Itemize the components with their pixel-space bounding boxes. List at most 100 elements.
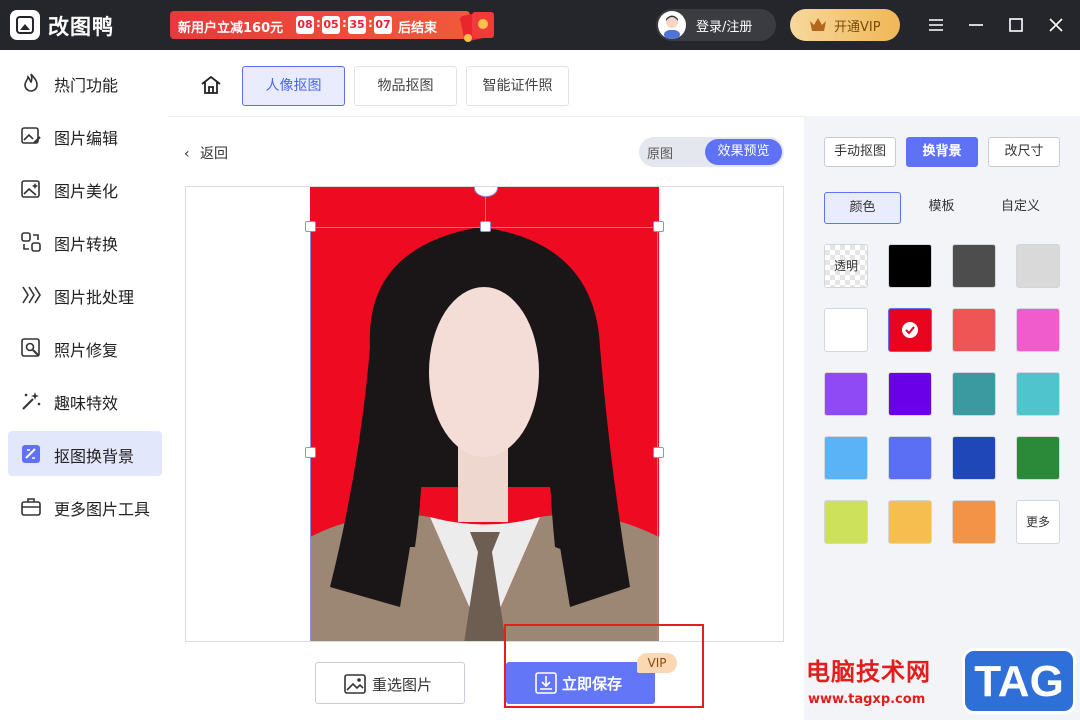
sidebar-item-effects[interactable]: 趣味特效 — [8, 378, 162, 423]
sidebar-item-batch[interactable]: 图片批处理 — [8, 272, 162, 317]
red-envelope-icon — [460, 12, 494, 42]
watermark-title: 电脑技术网 — [806, 658, 931, 686]
reselect-label: 重选图片 — [372, 676, 433, 694]
toolbox-icon — [21, 498, 41, 516]
sidebar-item-label: 趣味特效 — [54, 394, 119, 413]
preview-toggle[interactable]: 原图 效果预览 — [639, 137, 784, 167]
image-icon — [344, 674, 366, 694]
sidebar-item-edit[interactable]: 图片编辑 — [8, 113, 162, 158]
sidebar-item-label: 图片批处理 — [54, 288, 135, 307]
home-icon[interactable] — [200, 74, 222, 96]
watermark-url: www.tagxp.com — [808, 692, 926, 707]
sidebar-item-beautify[interactable]: 图片美化 — [8, 166, 162, 211]
color-swatch[interactable] — [1016, 436, 1060, 480]
color-swatch[interactable] — [888, 372, 932, 416]
color-swatch[interactable] — [824, 308, 868, 352]
swatch-more[interactable]: 更多 — [1016, 500, 1060, 544]
tab-id-photo[interactable]: 智能证件照 — [466, 66, 569, 106]
resize-handle[interactable] — [480, 221, 491, 232]
convert-icon — [21, 232, 41, 252]
sidebar-item-hot[interactable]: 热门功能 — [8, 60, 162, 105]
sidebar-item-label: 抠图换背景 — [54, 447, 135, 466]
image-beautify-icon — [21, 180, 40, 198]
vip-label: 开通VIP — [834, 20, 881, 35]
check-icon — [902, 322, 918, 338]
promo-banner[interactable]: 新用户立减160元 08 : 05 : 35 : 07 后结束 — [170, 11, 470, 39]
crown-icon — [810, 18, 826, 31]
avatar — [658, 11, 686, 39]
timer-minutes: 05 — [322, 16, 340, 34]
sidebar-item-label: 热门功能 — [54, 76, 119, 95]
watermark-tag-text: TAG — [974, 657, 1064, 706]
color-swatch[interactable] — [1016, 372, 1060, 416]
login-button[interactable]: 登录/注册 — [656, 9, 776, 41]
resize-handle[interactable] — [653, 221, 664, 232]
cutout-icon — [22, 445, 40, 463]
subtab-color[interactable]: 颜色 — [824, 192, 901, 224]
toggle-original[interactable]: 原图 — [647, 143, 673, 162]
fire-icon — [24, 73, 38, 92]
sidebar-item-label: 更多图片工具 — [54, 500, 151, 519]
timer-seconds: 35 — [348, 16, 366, 34]
menu-icon[interactable] — [924, 13, 948, 37]
swatch-label: 更多 — [1025, 515, 1050, 529]
resize-handle[interactable] — [653, 447, 664, 458]
sidebar-item-convert[interactable]: 图片转换 — [8, 219, 162, 264]
tab-portrait-cutout[interactable]: 人像抠图 — [242, 66, 345, 106]
color-swatch[interactable] — [888, 500, 932, 544]
promo-end-text: 后结束 — [398, 21, 438, 36]
highlight-box — [504, 624, 704, 708]
color-swatch[interactable] — [952, 436, 996, 480]
batch-icon — [22, 286, 41, 304]
chevron-left-icon: ‹ — [184, 146, 190, 162]
tab-object-cutout[interactable]: 物品抠图 — [354, 66, 457, 106]
back-label: 返回 — [200, 146, 228, 162]
vip-button[interactable]: 开通VIP — [790, 9, 900, 41]
sidebar-item-label: 图片编辑 — [54, 129, 119, 148]
color-swatch[interactable] — [1016, 244, 1060, 288]
back-button[interactable]: ‹ 返回 — [184, 143, 228, 163]
color-swatch[interactable] — [824, 500, 868, 544]
color-swatch[interactable] — [952, 500, 996, 544]
color-swatch[interactable] — [952, 308, 996, 352]
resize-button[interactable]: 改尺寸 — [988, 137, 1060, 167]
title-bar: 改图鸭 新用户立减160元 08 : 05 : 35 : 07 后结束 登录/注… — [0, 0, 1080, 50]
color-swatch[interactable] — [888, 436, 932, 480]
color-swatch[interactable] — [952, 244, 996, 288]
watermark-tag: TAG — [962, 648, 1076, 714]
close-icon[interactable] — [1044, 13, 1068, 37]
sidebar-item-more[interactable]: 更多图片工具 — [8, 484, 162, 529]
sidebar-item-cutout[interactable]: 抠图换背景 — [8, 431, 162, 476]
manual-cutout-button[interactable]: 手动抠图 — [824, 137, 896, 167]
color-swatch[interactable] — [824, 436, 868, 480]
subtab-custom[interactable]: 自定义 — [982, 192, 1059, 224]
image-edit-icon — [21, 127, 41, 144]
selection-frame — [310, 227, 658, 641]
image-canvas[interactable] — [185, 186, 784, 642]
change-background-button[interactable]: 换背景 — [906, 137, 978, 167]
repair-icon — [21, 338, 40, 357]
subtab-template[interactable]: 模板 — [903, 192, 980, 224]
color-swatch[interactable] — [1016, 308, 1060, 352]
sidebar-item-label: 照片修复 — [54, 341, 119, 360]
sidebar-item-label: 图片转换 — [54, 235, 119, 254]
sidebar-item-repair[interactable]: 照片修复 — [8, 325, 162, 370]
sidebar: 热门功能 图片编辑 图片美化 图片转换 图片批处理 照片修复 趣味特效 抠图换背… — [0, 50, 168, 720]
color-swatch[interactable] — [888, 308, 932, 352]
color-swatch[interactable] — [824, 372, 868, 416]
timer-centis: 07 — [374, 16, 392, 34]
toggle-preview[interactable]: 效果预览 — [705, 139, 782, 165]
magic-wand-icon — [22, 392, 41, 410]
swatch-transparent[interactable]: 透明 — [824, 244, 868, 288]
promo-text: 新用户立减160元 — [178, 21, 284, 36]
reselect-image-button[interactable]: 重选图片 — [315, 662, 465, 704]
resize-handle[interactable] — [305, 447, 316, 458]
sidebar-item-label: 图片美化 — [54, 182, 119, 201]
color-swatch[interactable] — [952, 372, 996, 416]
timer-hours: 08 — [296, 16, 314, 34]
app-title: 改图鸭 — [48, 15, 114, 39]
maximize-icon[interactable] — [1004, 13, 1028, 37]
resize-handle[interactable] — [305, 221, 316, 232]
color-swatch[interactable] — [888, 244, 932, 288]
minimize-icon[interactable] — [964, 13, 988, 37]
